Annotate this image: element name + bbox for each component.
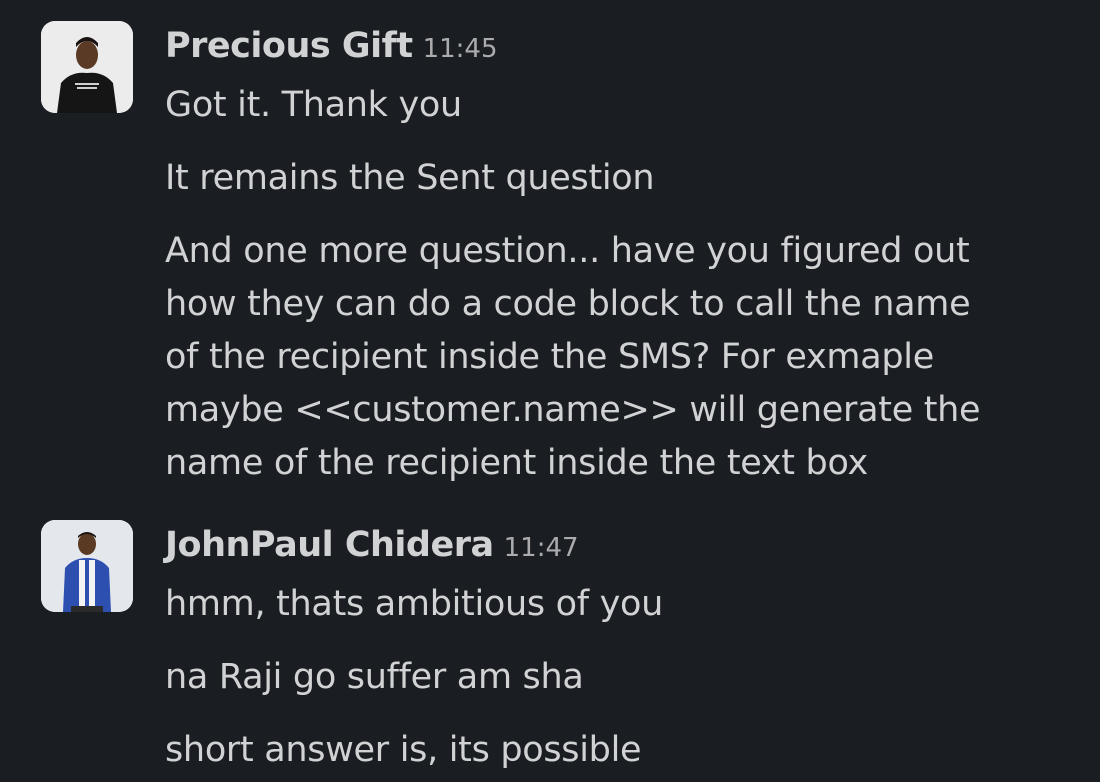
message-text: hmm, thats ambitious of you (165, 584, 664, 624)
message-timestamp[interactable]: 11:47 (504, 533, 579, 563)
author-name[interactable]: Precious Gift (165, 26, 413, 66)
user-photo-icon (41, 520, 133, 612)
message-text: It remains the Sent question (165, 158, 655, 198)
avatar[interactable] (41, 21, 133, 113)
user-photo-icon (41, 21, 133, 113)
avatar[interactable] (41, 520, 133, 612)
message-text: short answer is, its possible (165, 730, 642, 770)
author-name[interactable]: JohnPaul Chidera (165, 525, 494, 565)
message-text: And one more question... have you figure… (165, 231, 981, 483)
message-timestamp[interactable]: 11:45 (423, 34, 498, 64)
message-text: Got it. Thank you (165, 85, 462, 125)
message-text: na Raji go suffer am sha (165, 657, 584, 697)
